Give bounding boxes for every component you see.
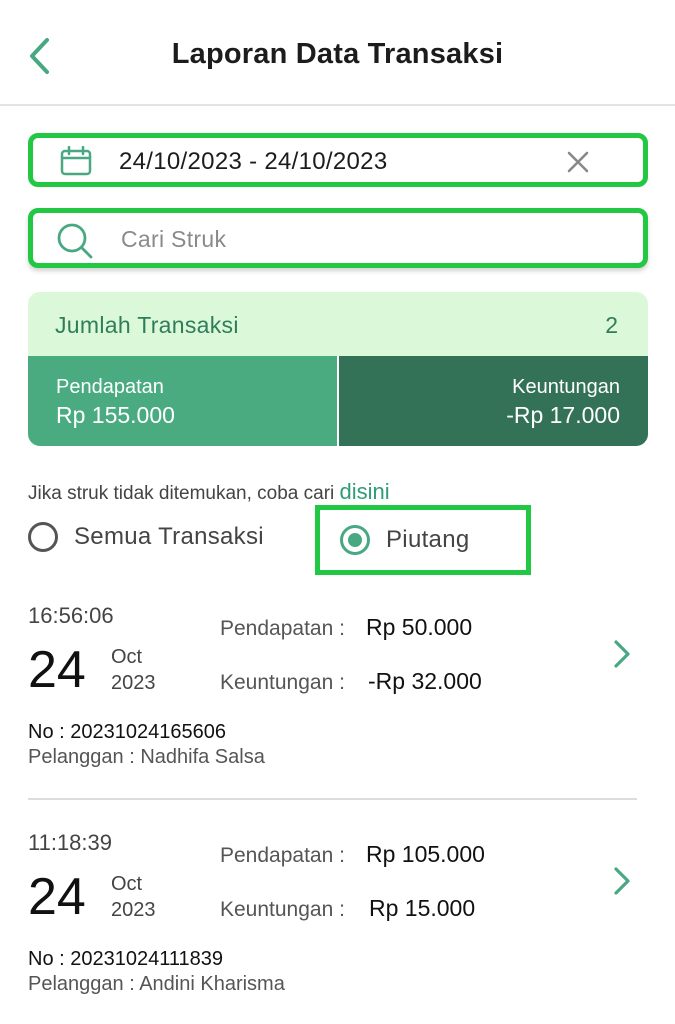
- filter-piutang-label: Piutang: [386, 526, 470, 553]
- search-hint-text: Jika struk tidak ditemukan, coba cari: [28, 483, 335, 504]
- transaction-profit-value: -Rp 32.000: [368, 668, 482, 694]
- transaction-day: 24: [28, 868, 86, 926]
- transaction-year: 2023: [111, 672, 156, 694]
- transaction-day: 24: [28, 641, 86, 699]
- clear-date-button[interactable]: [563, 147, 593, 177]
- profit-summary: Keuntungan -Rp 17.000: [339, 356, 648, 446]
- date-range-value: 24/10/2023 - 24/10/2023: [119, 148, 388, 175]
- transaction-income-label: Pendapatan :: [220, 617, 345, 640]
- income-summary: Pendapatan Rp 155.000: [28, 356, 337, 446]
- filter-all-label: Semua Transaksi: [74, 523, 264, 550]
- date-range-field[interactable]: 24/10/2023 - 24/10/2023: [28, 133, 648, 187]
- transaction-year: 2023: [111, 899, 156, 921]
- search-hint: Jika struk tidak ditemukan, coba cari di…: [28, 479, 390, 505]
- profit-value: -Rp 17.000: [506, 402, 620, 428]
- search-icon: [55, 221, 95, 261]
- transaction-count-label: Jumlah Transaksi: [55, 312, 239, 338]
- search-input[interactable]: [121, 223, 601, 255]
- list-divider: [28, 798, 637, 800]
- summary-card: Jumlah Transaksi 2 Pendapatan Rp 155.000…: [28, 292, 648, 446]
- transaction-income-value: Rp 50.000: [366, 614, 473, 640]
- transaction-item[interactable]: 11:18:39 24 Oct 2023 Pendapatan : Rp 105…: [28, 825, 638, 1024]
- profit-label: Keuntungan: [512, 376, 620, 398]
- filter-piutang[interactable]: Piutang: [315, 505, 531, 575]
- transaction-number: No : 20231024165606: [28, 721, 226, 743]
- transaction-profit-label: Keuntungan :: [220, 898, 345, 921]
- chevron-right-icon[interactable]: [610, 865, 634, 897]
- filter-all-transactions[interactable]: Semua Transaksi: [28, 512, 264, 562]
- transaction-count-value: 2: [605, 312, 618, 338]
- transaction-profit-label: Keuntungan :: [220, 671, 345, 694]
- transaction-time: 11:18:39: [28, 830, 113, 855]
- transaction-customer: Pelanggan : Andini Kharisma: [28, 973, 285, 995]
- page-title: Laporan Data Transaksi: [171, 38, 504, 70]
- transaction-income-label: Pendapatan :: [220, 844, 345, 867]
- transaction-item[interactable]: 16:56:06 24 Oct 2023 Pendapatan : Rp 50.…: [28, 598, 638, 798]
- transaction-count-row: Jumlah Transaksi 2: [28, 292, 648, 356]
- transaction-profit-value: Rp 15.000: [369, 895, 476, 921]
- transaction-month: Oct: [111, 646, 143, 668]
- radio-unchecked-icon[interactable]: [28, 522, 58, 552]
- transaction-income-value: Rp 105.000: [366, 841, 485, 867]
- app-header: Laporan Data Transaksi: [0, 0, 675, 106]
- radio-checked-icon[interactable]: [340, 525, 370, 555]
- income-label: Pendapatan: [56, 376, 164, 398]
- search-field[interactable]: [28, 208, 648, 268]
- search-hint-link[interactable]: disini: [340, 479, 390, 504]
- income-value: Rp 155.000: [56, 402, 175, 428]
- close-icon: [567, 151, 589, 173]
- calendar-icon: [59, 146, 93, 176]
- transaction-customer: Pelanggan : Nadhifa Salsa: [28, 746, 265, 768]
- transaction-time: 16:56:06: [28, 603, 114, 628]
- chevron-right-icon[interactable]: [610, 638, 634, 670]
- transaction-month: Oct: [111, 873, 143, 895]
- transaction-number: No : 20231024111839: [28, 948, 223, 970]
